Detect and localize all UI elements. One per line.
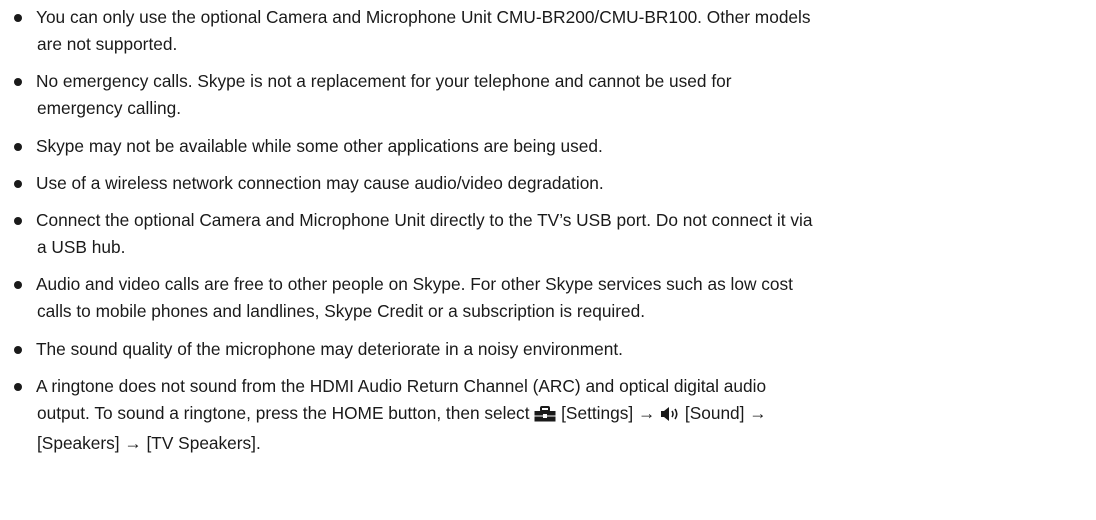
note-item: A ringtone does not sound from the HDMI … <box>14 373 1084 457</box>
note-line: output. To sound a ringtone, press the H… <box>36 400 1084 430</box>
sound-label: [Sound] → <box>684 403 767 424</box>
bullet-icon <box>14 142 22 151</box>
note-item: Skype may not be available while some ot… <box>14 133 1084 160</box>
bullet-icon <box>14 345 22 354</box>
note-line: Audio and video calls are free to other … <box>36 274 793 295</box>
note-line: A ringtone does not sound from the HDMI … <box>36 376 767 397</box>
bullet-icon <box>14 78 22 87</box>
bullet-icon <box>14 179 22 188</box>
note-item: No emergency calls. Skype is not a repla… <box>14 68 1084 122</box>
note-line: The sound quality of the microphone may … <box>36 338 623 359</box>
note-text: output. To sound a ringtone, press the H… <box>37 403 530 424</box>
note-line: No emergency calls. Skype is not a repla… <box>36 71 732 92</box>
settings-toolbox-icon <box>534 403 556 430</box>
note-line: Use of a wireless network connection may… <box>36 172 604 193</box>
bullet-icon <box>14 217 22 226</box>
note-item: Audio and video calls are free to other … <box>14 271 1084 325</box>
note-line: a USB hub. <box>37 237 126 258</box>
note-item: You can only use the optional Camera and… <box>14 4 1084 58</box>
note-line: are not supported. <box>37 34 178 54</box>
note-line: Skype may not be available while some ot… <box>36 135 603 156</box>
settings-label: [Settings] → <box>561 403 656 424</box>
bullet-icon <box>14 14 22 22</box>
notes-list: You can only use the optional Camera and… <box>14 4 1084 467</box>
note-line: You can only use the optional Camera and… <box>36 7 811 27</box>
note-line: Connect the optional Camera and Micropho… <box>36 210 813 231</box>
note-item: The sound quality of the microphone may … <box>14 336 1084 363</box>
note-line: emergency calling. <box>37 98 182 119</box>
note-item: Connect the optional Camera and Micropho… <box>14 207 1084 261</box>
note-line: [Speakers] → [TV Speakers]. <box>37 433 261 454</box>
note-item: Use of a wireless network connection may… <box>14 170 1084 197</box>
note-line: calls to mobile phones and landlines, Sk… <box>37 301 646 322</box>
speaker-sound-icon <box>660 403 680 430</box>
bullet-icon <box>14 383 22 392</box>
bullet-icon <box>14 281 22 290</box>
